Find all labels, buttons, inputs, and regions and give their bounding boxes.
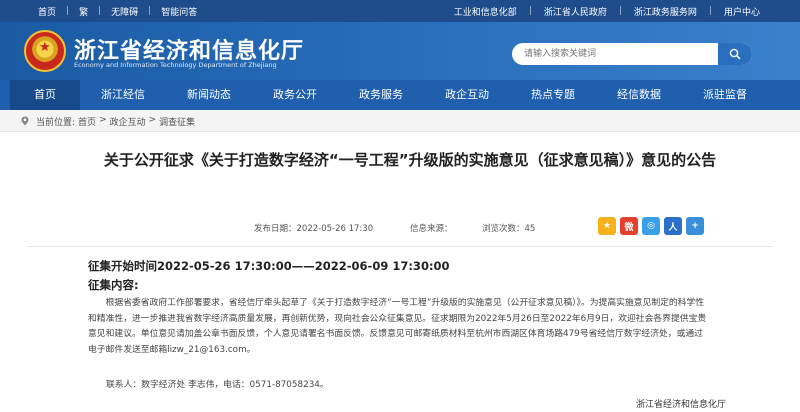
nav-home[interactable]: 首页 [10,80,80,110]
nav-news[interactable]: 新闻动态 [166,80,252,110]
divider: | [148,6,152,16]
share-renren-icon[interactable]: 人 [664,217,682,235]
national-emblem-icon: ★ [24,30,66,72]
divider: | [98,6,102,16]
contact-info: 联系人：数字经济处 李志伟，电话：0571-87058234。 [106,380,329,390]
nav-zj-economy[interactable]: 浙江经信 [80,80,166,110]
breadcrumb-home[interactable]: 首页 [78,115,96,128]
breadcrumb: 当前位置: 首页 > 政企互动 > 调查征集 [0,110,800,132]
search-box [512,43,752,65]
top-link-smart-qa[interactable]: 智能问答 [151,5,207,18]
header-banner: ★ 浙江省经济和信息化厅 Economy and Information Tec… [0,22,800,80]
info-source: 信息来源： [410,224,453,234]
main-nav: 首页 浙江经信 新闻动态 政务公开 政务服务 政企互动 热点专题 经信数据 派驻… [0,80,800,110]
top-link-zj-gov[interactable]: 浙江省人民政府 [532,5,619,18]
issuing-org: 浙江省经济和信息化厅 [635,400,726,410]
article-title: 关于公开征求《关于打造数字经济“一号工程”升级版的实施意见（征求意见稿）》意见的… [103,151,717,169]
nav-gov-affairs[interactable]: 政务公开 [252,80,338,110]
breadcrumb-prefix: 当前位置: [36,118,76,128]
nav-interaction[interactable]: 政企互动 [424,80,510,110]
publish-date: 发布日期：2022-05-26 17:30 [254,224,374,234]
top-left-links: 首页 | 繁 | 无障碍 | 智能问答 [28,0,207,22]
content-heading: 征集内容: [88,278,139,292]
search-input[interactable] [524,43,714,65]
breadcrumb-survey[interactable]: 调查征集 [159,115,195,128]
top-right-links: 工业和信息化部 | 浙江省人民政府 | 浙江政务服务网 | 用户中心 [442,0,772,22]
search-button[interactable] [718,43,752,65]
view-count: 浏览次数：45 [482,224,536,234]
article-paragraph: 根据省委省政府工作部署要求，省经信厅牵头起草了《关于打造数字经济“一号工程”升级… [88,298,707,355]
share-qzone-icon[interactable]: ★ [598,217,616,235]
divider: | [528,6,532,16]
share-buttons: ★ 微 ◎ 人 + [598,217,704,235]
nav-topics[interactable]: 热点专题 [510,80,596,110]
top-link-home[interactable]: 首页 [28,5,66,18]
top-link-user-center[interactable]: 用户中心 [712,5,772,18]
collection-period: 征集开始时间2022-05-26 17:30:00——2022-06-09 17… [88,259,450,273]
breadcrumb-interaction[interactable]: 政企互动 [110,115,146,128]
top-utility-bar: 首页 | 繁 | 无障碍 | 智能问答 工业和信息化部 | 浙江省人民政府 | … [0,0,800,22]
nav-gov-service[interactable]: 政务服务 [338,80,424,110]
site-subtitle: Economy and Information Technology Depar… [74,61,277,69]
location-icon [21,116,29,126]
divider: | [66,6,70,16]
top-link-traditional[interactable]: 繁 [69,5,98,18]
divider [28,246,772,247]
divider: | [708,6,712,16]
top-link-miit[interactable]: 工业和信息化部 [442,5,529,18]
search-icon [729,48,741,60]
share-more-icon[interactable]: + [686,217,704,235]
divider: | [618,6,622,16]
top-link-accessibility[interactable]: 无障碍 [101,5,148,18]
share-weibo-icon[interactable]: 微 [620,217,638,235]
breadcrumb-separator: > [99,115,107,125]
nav-data[interactable]: 经信数据 [596,80,682,110]
share-wechat-icon[interactable]: ◎ [642,217,660,235]
nav-supervision[interactable]: 派驻监督 [682,80,768,110]
breadcrumb-separator: > [148,115,157,125]
top-link-zj-service[interactable]: 浙江政务服务网 [622,5,709,18]
